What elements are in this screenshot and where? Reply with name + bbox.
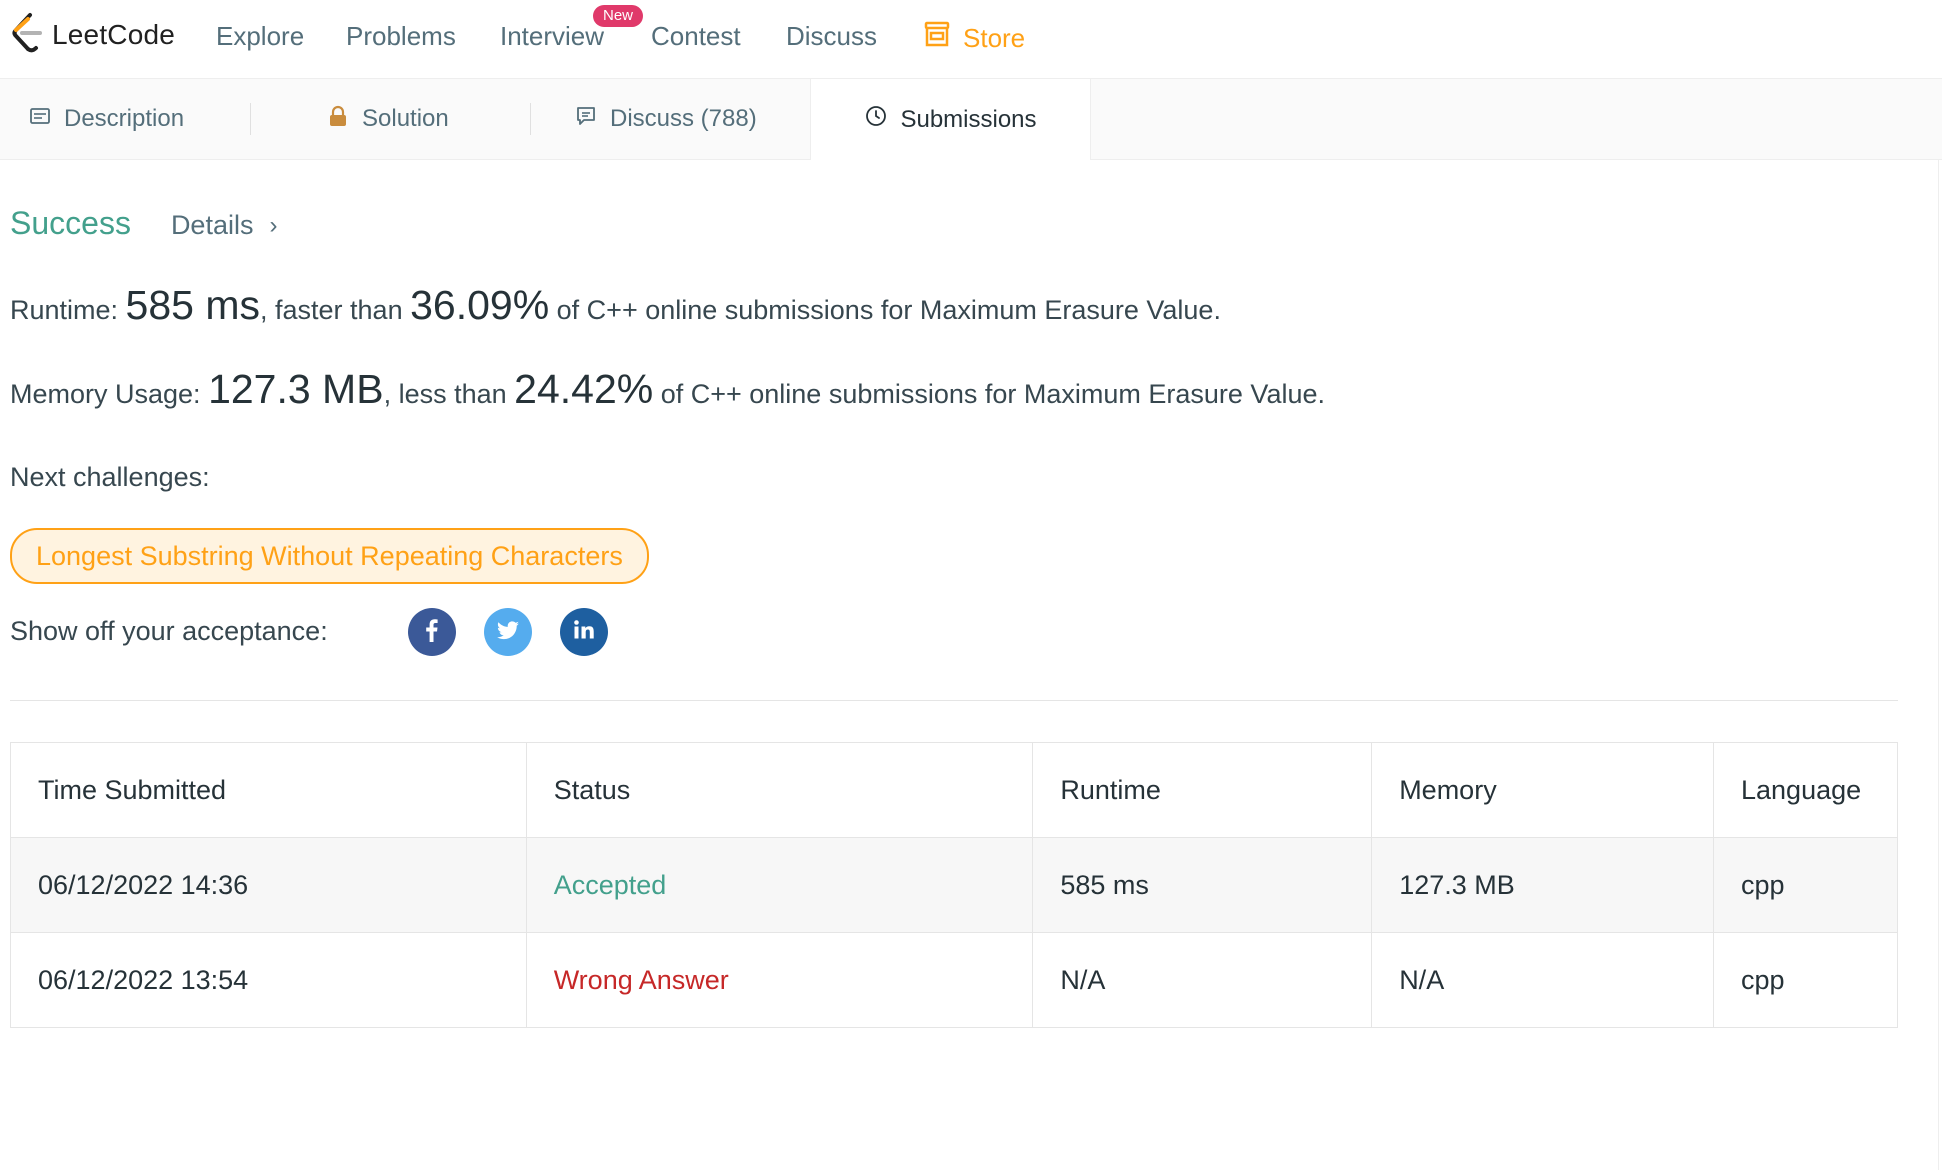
memory-suffix: of C++ online submissions for Maximum Er…	[653, 379, 1325, 409]
facebook-share-button[interactable]	[408, 608, 456, 656]
nav-contest[interactable]: Contest	[651, 20, 741, 52]
runtime-mid: , faster than	[260, 295, 411, 325]
tab-discuss[interactable]: Discuss (788)	[574, 79, 757, 159]
nav-store[interactable]: Store	[923, 20, 1025, 55]
memory-label: Memory Usage:	[10, 379, 209, 409]
panel-border	[1938, 159, 1939, 1170]
table-row: 06/12/2022 13:54 Wrong Answer N/A N/A cp…	[10, 932, 1898, 1028]
leetcode-logo-icon	[8, 12, 46, 59]
column-header-time: Time Submitted	[10, 742, 527, 838]
twitter-share-button[interactable]	[484, 608, 532, 656]
next-challenges-label: Next challenges:	[10, 462, 210, 492]
submission-language: cpp	[1713, 837, 1898, 933]
submission-status-link[interactable]: Wrong Answer	[525, 932, 1034, 1028]
runtime-label: Runtime:	[10, 295, 126, 325]
memory-stat: Memory Usage: 127.3 MB, less than 24.42%…	[10, 366, 1325, 413]
linkedin-icon	[571, 617, 597, 648]
tab-description[interactable]: Description	[28, 79, 184, 159]
tab-divider	[530, 103, 531, 135]
tab-submissions-label: Submissions	[900, 105, 1037, 133]
result-status: Success	[10, 205, 131, 241]
tab-submissions[interactable]: Submissions	[810, 79, 1091, 160]
submission-time: 06/12/2022 14:36	[10, 837, 527, 933]
submission-language: cpp	[1713, 932, 1898, 1028]
details-link[interactable]: Details ›	[171, 210, 278, 241]
section-divider	[10, 700, 1898, 701]
next-challenge-link[interactable]: Longest Substring Without Repeating Char…	[10, 528, 649, 584]
facebook-icon	[419, 617, 445, 648]
memory-percent: 24.42%	[514, 366, 654, 412]
column-header-memory: Memory	[1371, 742, 1714, 838]
clock-icon	[864, 104, 900, 135]
submissions-table: Time Submitted Status Runtime Memory Lan…	[10, 742, 1898, 1028]
chevron-right-icon: ›	[269, 211, 278, 239]
memory-value: 127.3 MB	[208, 366, 384, 412]
store-icon	[923, 20, 963, 55]
submission-time: 06/12/2022 13:54	[10, 932, 527, 1028]
details-label: Details	[170, 210, 254, 240]
runtime-percent: 36.09%	[410, 282, 550, 328]
logo-text: LeetCode	[52, 19, 176, 50]
tab-description-label: Description	[64, 105, 185, 132]
tab-divider	[250, 103, 251, 135]
description-icon	[28, 104, 64, 135]
tab-discuss-label: Discuss (788)	[610, 105, 757, 132]
submission-memory: 127.3 MB	[1371, 837, 1714, 933]
table-row: 06/12/2022 14:36 Accepted 585 ms 127.3 M…	[10, 837, 1898, 933]
problem-tabbar: Description Solution Discuss (788) Submi…	[0, 79, 1942, 160]
table-header-row: Time Submitted Status Runtime Memory Lan…	[10, 742, 1898, 838]
column-header-language: Language	[1713, 742, 1898, 838]
nav-interview[interactable]: Interview	[500, 20, 604, 52]
nav-explore[interactable]: Explore	[216, 20, 304, 52]
nav-discuss[interactable]: Discuss	[786, 20, 877, 52]
tab-solution-label: Solution	[362, 105, 449, 132]
submission-memory: N/A	[1371, 932, 1714, 1028]
share-label: Show off your acceptance:	[10, 616, 328, 646]
runtime-suffix: of C++ online submissions for Maximum Er…	[549, 295, 1221, 325]
column-header-runtime: Runtime	[1032, 742, 1373, 838]
nav-store-label: Store	[963, 22, 1026, 53]
lock-icon	[326, 104, 362, 135]
column-header-status: Status	[525, 742, 1034, 838]
memory-mid: , less than	[383, 379, 515, 409]
twitter-icon	[495, 617, 521, 648]
top-navbar: LeetCode Explore Problems Interview New …	[0, 0, 1942, 79]
linkedin-share-button[interactable]	[560, 608, 608, 656]
nav-problems[interactable]: Problems	[346, 20, 456, 52]
comment-icon	[574, 104, 610, 135]
submission-status-link[interactable]: Accepted	[525, 837, 1034, 933]
runtime-stat: Runtime: 585 ms, faster than 36.09% of C…	[10, 282, 1221, 329]
logo-link[interactable]: LeetCode	[8, 12, 176, 59]
result-header: Success Details ›	[10, 205, 277, 242]
tab-solution[interactable]: Solution	[326, 79, 449, 159]
runtime-value: 585 ms	[125, 282, 260, 328]
submission-runtime: 585 ms	[1032, 837, 1373, 933]
submission-runtime: N/A	[1032, 932, 1373, 1028]
new-badge: New	[593, 5, 644, 27]
